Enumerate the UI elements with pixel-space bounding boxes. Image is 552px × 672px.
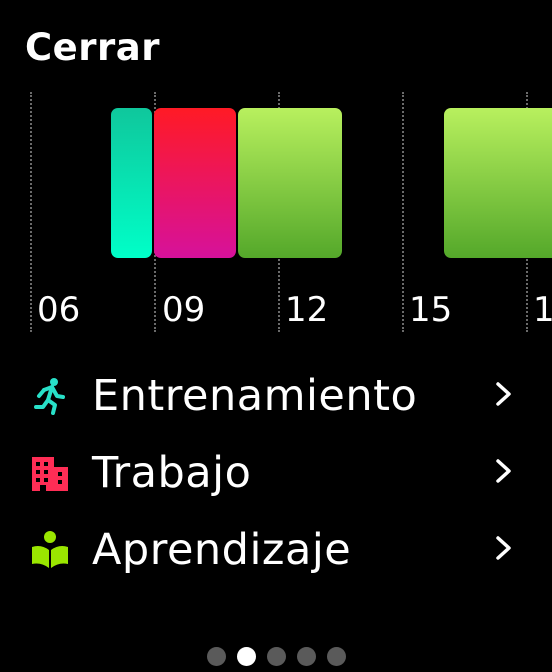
page-dot-2-active[interactable] (237, 647, 256, 666)
category-label: Entrenamiento (92, 371, 418, 421)
gridline-06 (30, 92, 32, 332)
page-dot-4[interactable] (297, 647, 316, 666)
hour-label-06: 06 (37, 290, 81, 330)
hour-label-18: 18 (533, 290, 552, 330)
chevron-right-icon (496, 382, 511, 406)
category-list: Entrenamiento Trabajo Aprendizaje (0, 360, 552, 591)
category-label: Aprendizaje (92, 525, 352, 575)
page-indicator (0, 647, 552, 667)
hour-label-09: 09 (162, 290, 206, 330)
time-timeline: 06 09 12 15 18 (0, 90, 552, 335)
reading-person-icon (32, 531, 68, 568)
page-dot-5[interactable] (327, 647, 346, 666)
category-row-entrenamiento[interactable]: Entrenamiento (0, 360, 552, 437)
timeline-block-trabajo (154, 108, 236, 258)
gridline-15 (402, 92, 404, 332)
chevron-right-icon (496, 536, 511, 560)
category-row-aprendizaje[interactable]: Aprendizaje (0, 514, 552, 591)
running-figure-icon (34, 378, 65, 415)
chevron-right-icon (496, 459, 511, 483)
timeline-block-entrenamiento (111, 108, 152, 258)
timeline-block-aprendizaje (238, 108, 342, 258)
timeline-block-aprendizaje-2 (444, 108, 552, 258)
page-title[interactable]: Cerrar (25, 26, 160, 69)
category-row-trabajo[interactable]: Trabajo (0, 437, 552, 514)
category-label: Trabajo (92, 448, 252, 498)
hour-label-12: 12 (285, 290, 329, 330)
page-dot-1[interactable] (207, 647, 226, 666)
building-icon (32, 457, 68, 491)
hour-label-15: 15 (409, 290, 453, 330)
page-dot-3[interactable] (267, 647, 286, 666)
